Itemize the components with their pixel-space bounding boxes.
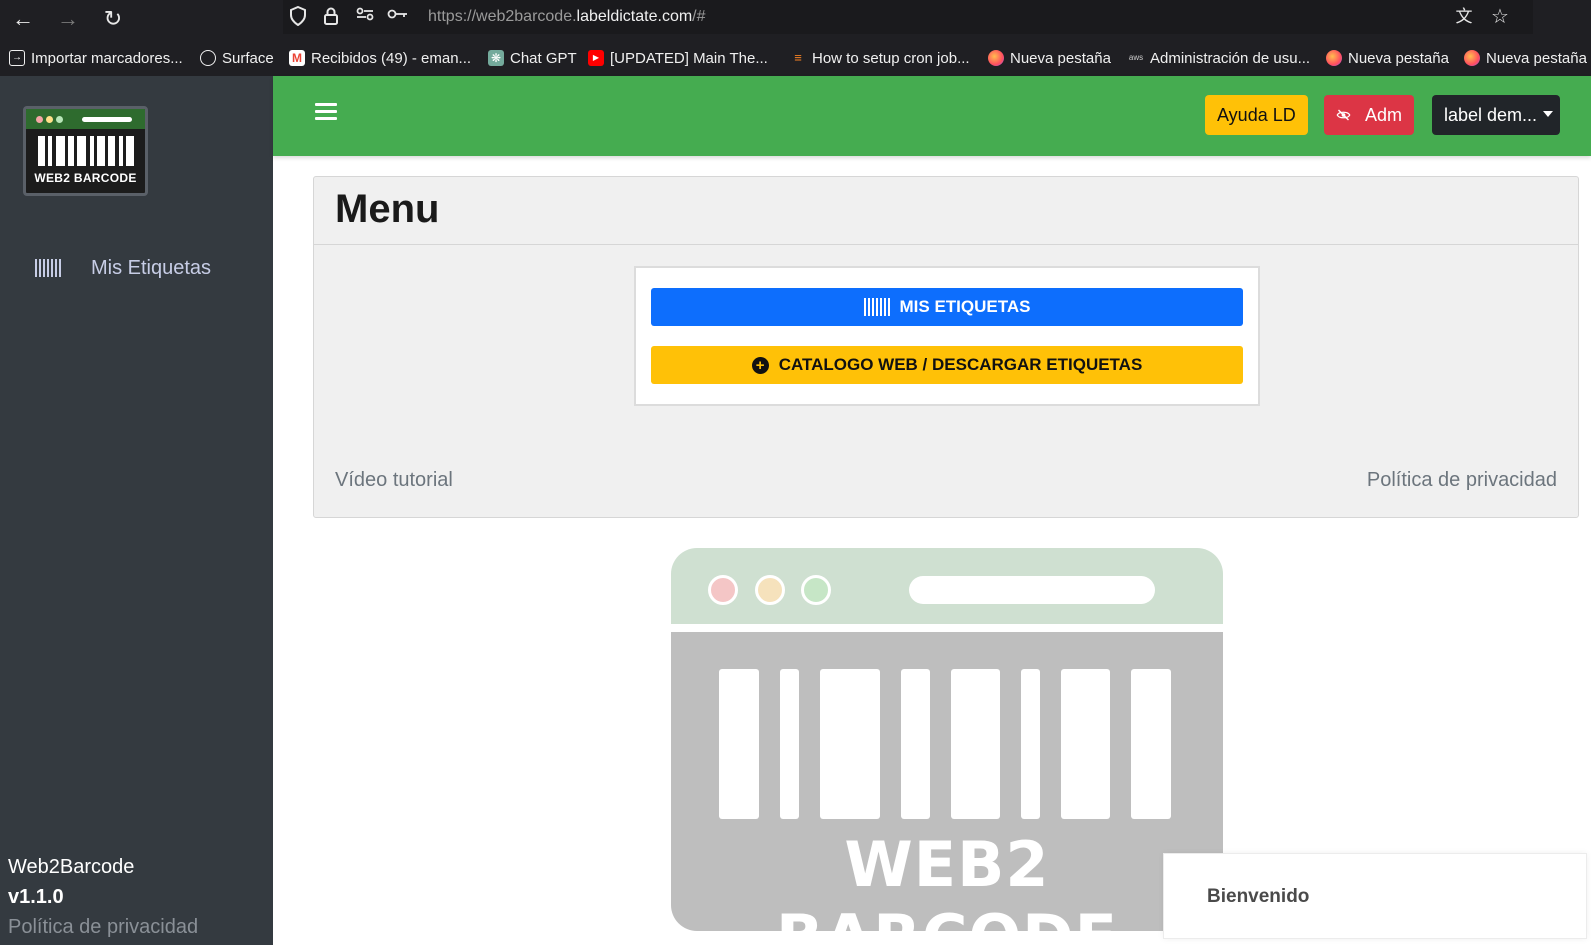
barcode-icon [35,259,61,277]
page-title: Menu [335,187,440,231]
url-suffix: /# [692,8,706,25]
stackoverflow-icon: ≡ [794,50,802,65]
bookmark-label: How to setup cron job... [812,49,970,67]
bookmark-label: [UPDATED] Main The... [610,49,768,67]
illustration-address-bar [909,576,1155,604]
user-dropdown-label: label dem... [1444,105,1538,125]
forward-arrow-icon[interactable]: → [53,4,83,34]
mis-etiquetas-label: MIS ETIQUETAS [899,297,1031,316]
eye-slash-icon [1336,109,1351,121]
admin-button-label: Adm [1364,105,1402,125]
lock-icon[interactable] [320,6,342,28]
barcode-icon [719,669,1175,819]
bookmark-item[interactable]: ≡ How to setup cron job... [790,47,970,69]
window-dot [708,575,738,605]
illustration-window-bar [671,548,1223,624]
logo-window-bar [26,109,145,129]
firefox-icon [988,50,1004,66]
bookmark-label: Importar marcadores... [31,49,183,67]
url-text[interactable]: https://web2barcode.labeldictate.com/# [428,8,706,26]
barcode-icon [863,298,890,316]
browser-toolbar: ← → ↻ https://web2barcode.labeldictate.c… [0,0,1591,38]
shield-icon[interactable] [287,5,309,28]
video-tutorial-link[interactable]: Vídeo tutorial [335,469,453,492]
sidebar-footer: Web2Barcode v1.1.0 Política de privacida… [8,852,198,942]
bookmark-item[interactable]: Nueva pestaña [1464,47,1587,69]
logo-dot [46,116,53,123]
logo-dot [56,116,63,123]
key-icon[interactable] [387,6,409,28]
globe-icon [200,50,216,66]
logo-text: WEB2 BARCODE [34,171,137,185]
bookmark-item[interactable]: ▶ [UPDATED] Main The... [588,47,768,69]
privacy-policy-link[interactable]: Política de privacidad [1367,469,1557,492]
aws-icon: aws [1128,53,1144,62]
catalogo-label: CATALOGO WEB / DESCARGAR ETIQUETAS [778,355,1143,374]
permissions-icon[interactable] [354,6,376,28]
app-header: Ayuda LD Adm label dem... [273,76,1591,156]
gmail-icon: M [289,50,305,66]
firefox-icon [1464,50,1480,66]
menu-button-group: MIS ETIQUETAS + CATALOGO WEB / DESCARGAR… [634,266,1260,406]
app-logo[interactable]: WEB2 BARCODE [23,106,148,196]
sidebar-item-label: Mis Etiquetas [91,256,212,279]
translate-icon[interactable]: 文 [1453,6,1475,28]
caret-down-icon [1543,111,1554,118]
url-prefix: https://web2barcode. [428,8,577,25]
logo-address-bar [82,117,132,122]
illustration-body: WEB2 BARCODE [671,632,1223,945]
web2barcode-illustration: WEB2 BARCODE [671,548,1223,945]
barcode-icon [38,136,134,166]
bookmark-item[interactable]: Nueva pestaña [1326,47,1449,69]
bookmark-label: Chat GPT [510,49,577,67]
window-dot [755,575,785,605]
bookmark-label: Nueva pestaña [1348,49,1449,67]
star-icon[interactable]: ☆ [1489,6,1511,28]
help-button[interactable]: Ayuda LD [1205,95,1308,135]
window-dot [801,575,831,605]
bookmark-label: Recibidos (49) - eman... [311,49,472,67]
youtube-icon: ▶ [588,50,604,66]
url-host: labeldictate.com [576,8,693,25]
logo-dot [36,116,43,123]
sidebar: WEB2 BARCODE Mis Etiquetas Web2Barcode v… [0,76,273,945]
app-version: v1.1.0 [8,886,64,908]
chatgpt-icon: ❋ [488,50,504,66]
illustration-text: WEB2 BARCODE [775,828,1118,945]
sidebar-item-mis-etiquetas[interactable]: Mis Etiquetas [35,256,211,280]
app-name: Web2Barcode [8,856,135,878]
menu-card: Menu MIS ETIQUETAS + CATALOGO WEB / DESC… [313,176,1579,518]
bookmark-item[interactable]: → Importar marcadores... [9,47,183,69]
welcome-toast[interactable]: Bienvenido [1163,853,1587,939]
card-header: Menu [314,177,1578,245]
bookmark-label: Nueva pestaña [1010,49,1111,67]
admin-button[interactable]: Adm [1324,95,1414,135]
bookmark-item[interactable]: Nueva pestaña [988,47,1111,69]
back-arrow-icon[interactable]: ← [8,4,38,34]
bookmark-item[interactable]: Surface [200,47,274,69]
catalogo-button[interactable]: + CATALOGO WEB / DESCARGAR ETIQUETAS [651,346,1243,384]
bookmark-item[interactable]: M Recibidos (49) - eman... [289,47,471,69]
bookmark-item[interactable]: aws Administración de usu... [1128,47,1310,69]
toast-message: Bienvenido [1207,886,1310,907]
bookmarks-bar: → Importar marcadores... Surface M Recibid… [0,38,1591,76]
bookmark-item[interactable]: ❋ Chat GPT [488,47,577,69]
reload-icon[interactable]: ↻ [98,4,128,34]
address-bar[interactable]: https://web2barcode.labeldictate.com/# 文… [283,0,1533,34]
hamburger-menu-icon[interactable] [315,103,337,120]
bookmark-label: Administración de usu... [1150,49,1311,67]
user-dropdown[interactable]: label dem... [1432,95,1560,135]
import-icon: → [9,50,25,66]
bookmark-label: Surface [222,49,274,67]
mis-etiquetas-button[interactable]: MIS ETIQUETAS [651,288,1243,326]
privacy-link[interactable]: Política de privacidad [8,912,198,942]
bookmark-label: Nueva pestaña [1486,49,1587,67]
firefox-icon [1326,50,1342,66]
plus-circle-icon: + [751,356,769,374]
